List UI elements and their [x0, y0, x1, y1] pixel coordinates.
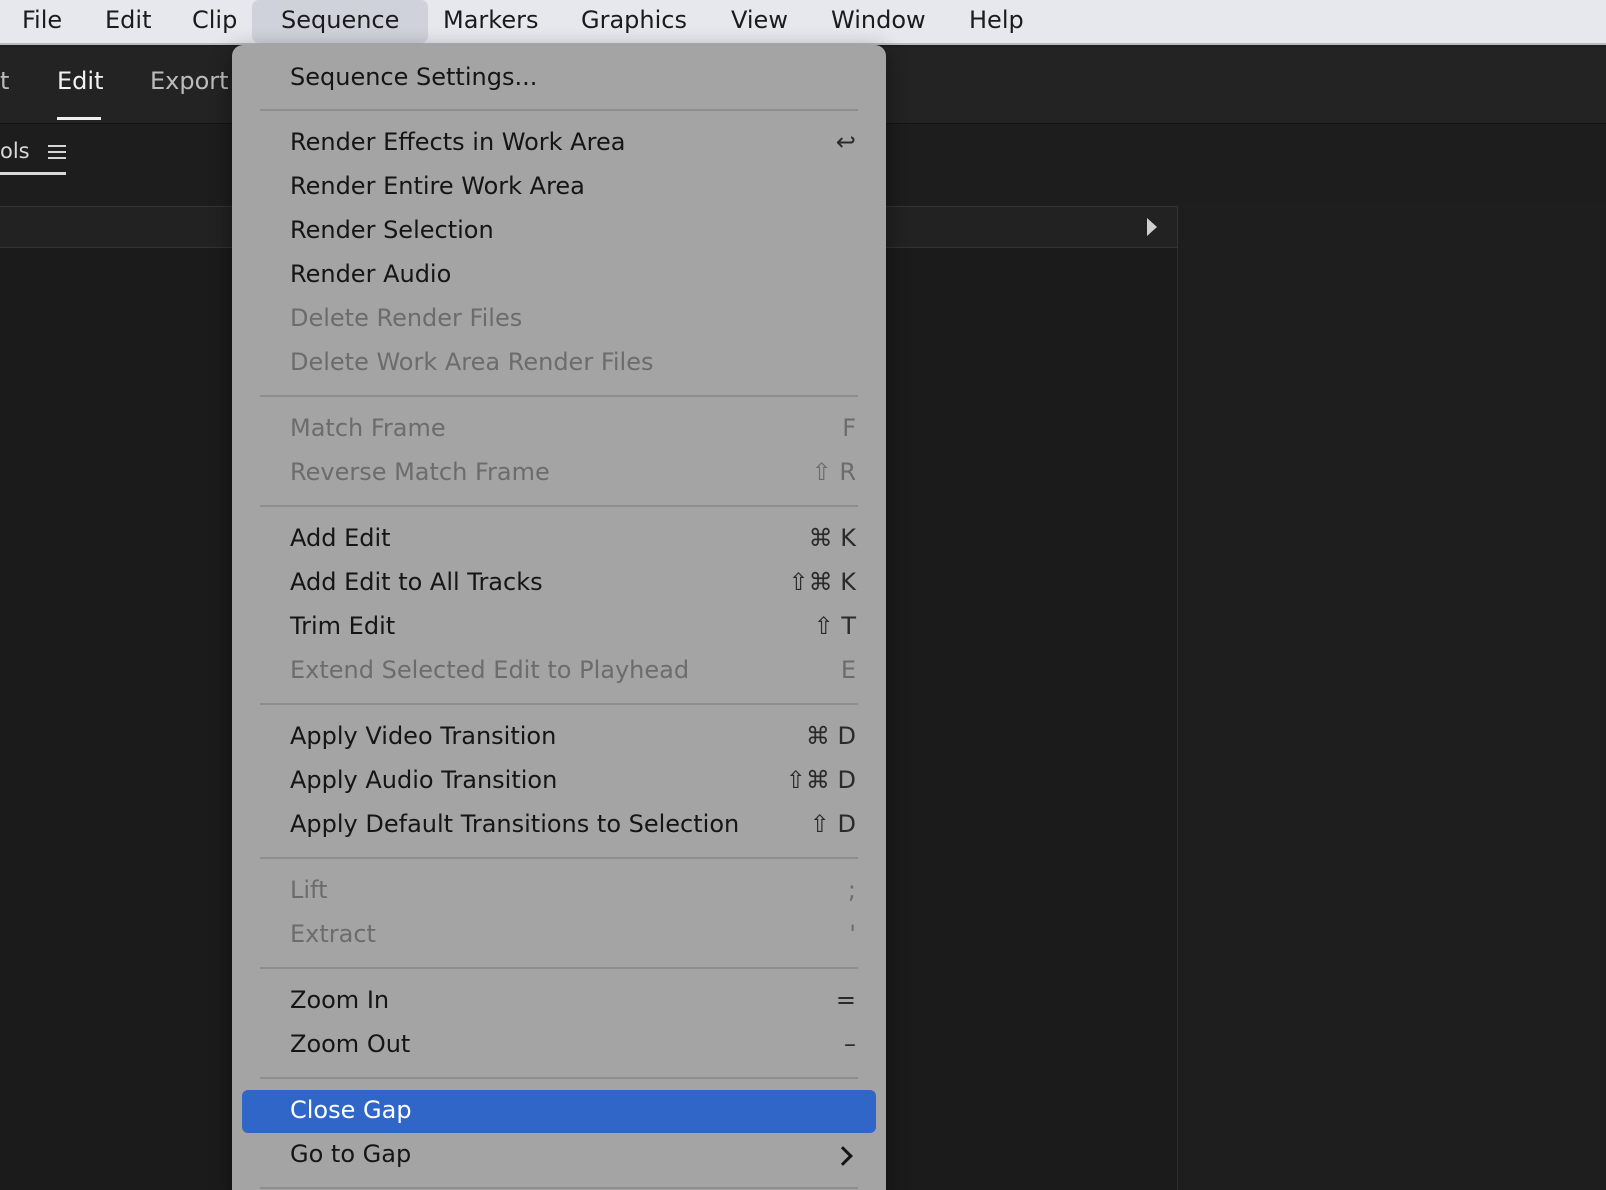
menu-item-label: Add Edit to All Tracks — [290, 568, 543, 596]
menu-clip[interactable]: Clip — [191, 0, 238, 43]
menu-item-label: Delete Work Area Render Files — [290, 348, 654, 376]
menu-item-add-edit[interactable]: Add Edit ⌘ K — [242, 518, 876, 561]
menu-item-trim-edit[interactable]: Trim Edit ⇧ T — [242, 606, 876, 649]
menu-item-label: Render Selection — [290, 216, 494, 244]
premiere-window: File Edit Clip Sequence Markers Graphics… — [0, 0, 1606, 1190]
menu-item-match-frame: Match Frame F — [242, 408, 876, 451]
menu-item-render-entire-work-area[interactable]: Render Entire Work Area — [242, 166, 876, 209]
menu-item-label: Go to Gap — [290, 1140, 412, 1168]
menu-view[interactable]: View — [730, 0, 789, 43]
menu-item-zoom-in[interactable]: Zoom In = — [242, 980, 876, 1023]
menu-item-shortcut: ⇧⌘ D — [785, 766, 856, 794]
menu-item-shortcut: ; — [847, 876, 856, 904]
menu-separator — [260, 857, 858, 859]
workspace-tab-active-indicator — [57, 117, 101, 120]
menu-item-go-to-gap[interactable]: Go to Gap — [242, 1134, 876, 1177]
menu-item-label: Reverse Match Frame — [290, 458, 550, 486]
menu-item-label: Add Edit — [290, 524, 391, 552]
workspace-tab-edit[interactable]: Edit — [57, 67, 103, 95]
menu-markers[interactable]: Markers — [442, 0, 539, 43]
menu-separator — [260, 1187, 858, 1189]
menu-file[interactable]: File — [21, 0, 63, 43]
menu-item-shortcut: ' — [849, 920, 856, 948]
workspace-tab-partial[interactable]: t — [0, 67, 9, 95]
menu-sequence[interactable]: Sequence — [252, 0, 429, 43]
menu-item-label: Extend Selected Edit to Playhead — [290, 656, 690, 684]
menu-item-shortcut: F — [842, 414, 856, 442]
menu-item-shortcut: ⇧ R — [811, 458, 856, 486]
menu-item-add-edit-to-all-tracks[interactable]: Add Edit to All Tracks ⇧⌘ K — [242, 562, 876, 605]
return-key-icon: ↩ — [835, 128, 856, 156]
menu-item-shortcut: – — [844, 1030, 856, 1058]
triangle-right-icon[interactable] — [1147, 218, 1157, 236]
menu-item-label: Render Effects in Work Area — [290, 128, 626, 156]
menu-item-shortcut: ⇧ D — [809, 810, 856, 838]
menu-separator — [260, 395, 858, 397]
menu-item-sequence-settings[interactable]: Sequence Settings... — [242, 57, 876, 100]
menu-separator — [260, 109, 858, 111]
menu-item-label: Close Gap — [290, 1096, 412, 1124]
menu-item-delete-render-files: Delete Render Files — [242, 298, 876, 341]
panel-tab-tools[interactable]: ols — [0, 139, 30, 163]
menu-separator — [260, 1077, 858, 1079]
menu-item-extract: Extract ' — [242, 914, 876, 957]
menu-item-lift: Lift ; — [242, 870, 876, 913]
menu-item-label: Lift — [290, 876, 328, 904]
workspace-tab-export[interactable]: Export — [150, 67, 229, 95]
menu-item-apply-video-transition[interactable]: Apply Video Transition ⌘ D — [242, 716, 876, 759]
menu-item-apply-default-transitions[interactable]: Apply Default Transitions to Selection ⇧… — [242, 804, 876, 847]
menu-item-shortcut: ⌘ D — [805, 722, 856, 750]
menu-item-apply-audio-transition[interactable]: Apply Audio Transition ⇧⌘ D — [242, 760, 876, 803]
chevron-right-icon — [833, 1146, 853, 1166]
hamburger-menu-icon[interactable] — [48, 145, 66, 159]
menu-item-shortcut: = — [835, 986, 856, 1014]
menu-item-label: Delete Render Files — [290, 304, 523, 332]
menu-item-label: Trim Edit — [290, 612, 396, 640]
menu-item-shortcut: ⇧ T — [813, 612, 856, 640]
menu-item-label: Match Frame — [290, 414, 446, 442]
menu-bar: File Edit Clip Sequence Markers Graphics… — [0, 0, 1606, 45]
menu-separator — [260, 703, 858, 705]
menu-item-label: Zoom In — [290, 986, 390, 1014]
menu-item-label: Apply Audio Transition — [290, 766, 558, 794]
sequence-menu-dropdown: Sequence Settings... Render Effects in W… — [232, 45, 886, 1190]
menu-item-zoom-out[interactable]: Zoom Out – — [242, 1024, 876, 1067]
menu-item-render-selection[interactable]: Render Selection — [242, 210, 876, 253]
menu-item-label: Zoom Out — [290, 1030, 411, 1058]
menu-edit[interactable]: Edit — [104, 0, 152, 43]
menu-help[interactable]: Help — [968, 0, 1025, 43]
menu-separator — [260, 505, 858, 507]
menu-item-delete-work-area-render-files: Delete Work Area Render Files — [242, 342, 876, 385]
menu-item-shortcut: E — [840, 656, 856, 684]
menu-item-reverse-match-frame: Reverse Match Frame ⇧ R — [242, 452, 876, 495]
menu-item-extend-selected-edit-to-playhead: Extend Selected Edit to Playhead E — [242, 650, 876, 693]
menu-item-shortcut: ⇧⌘ K — [788, 568, 856, 596]
menu-item-shortcut: ⌘ K — [808, 524, 856, 552]
menu-item-label: Apply Video Transition — [290, 722, 557, 750]
menu-item-render-effects-in-work-area[interactable]: Render Effects in Work Area ↩ — [242, 122, 876, 165]
menu-item-label: Apply Default Transitions to Selection — [290, 810, 740, 838]
menu-separator — [260, 967, 858, 969]
menu-item-render-audio[interactable]: Render Audio — [242, 254, 876, 297]
menu-window[interactable]: Window — [830, 0, 927, 43]
menu-graphics[interactable]: Graphics — [580, 0, 688, 43]
menu-item-label: Sequence Settings... — [290, 63, 538, 91]
menu-item-label: Render Audio — [290, 260, 452, 288]
panel-tab-active-indicator — [0, 172, 66, 175]
menu-item-close-gap[interactable]: Close Gap — [242, 1090, 876, 1133]
menu-item-label: Extract — [290, 920, 376, 948]
menu-item-label: Render Entire Work Area — [290, 172, 585, 200]
